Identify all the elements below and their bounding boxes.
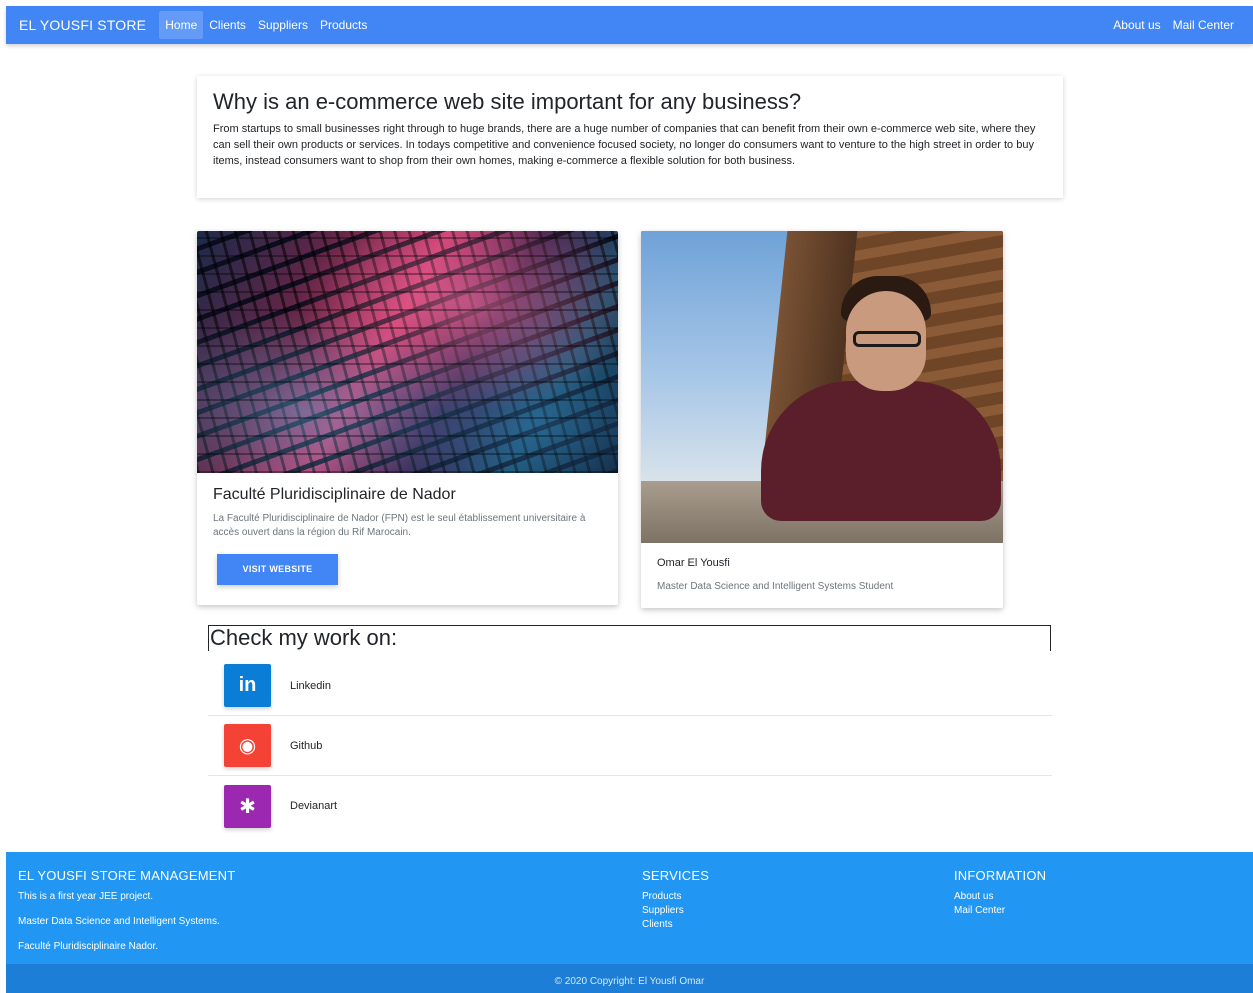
- brand-logo-text[interactable]: EL YOUSFI STORE: [19, 17, 146, 33]
- profile-role: Master Data Science and Intelligent Syst…: [657, 581, 894, 592]
- footer-line-2: Master Data Science and Intelligent Syst…: [18, 916, 220, 927]
- faculty-card-text: La Faculté Pluridisciplinaire de Nador (…: [213, 513, 586, 538]
- portrait-photo: [641, 231, 1003, 543]
- building-facade-image: [197, 231, 618, 473]
- top-navbar: EL YOUSFI STORE Home Clients Suppliers P…: [6, 6, 1253, 44]
- faculty-card-title: Faculté Pluridisciplinaire de Nador: [213, 486, 456, 503]
- social-links-list: in Linkedin ◉ Github ✱ Devianart: [208, 656, 1052, 836]
- profile-card: Omar El Yousfi Master Data Science and I…: [641, 231, 1003, 608]
- intro-body: From startups to small businesses right …: [213, 123, 1036, 167]
- photo-person-glasses: [853, 331, 921, 347]
- social-label-github[interactable]: Github: [290, 740, 322, 752]
- footer-line-1: This is a first year JEE project.: [18, 891, 154, 902]
- nav-products[interactable]: Products: [314, 11, 373, 39]
- intro-card: Why is an e-commerce web site important …: [197, 76, 1063, 198]
- nav-home[interactable]: Home: [159, 11, 204, 39]
- page-footer: EL YOUSFI STORE MANAGEMENT This is a fir…: [6, 852, 1253, 964]
- footer-link-mail-center[interactable]: Mail Center: [954, 904, 1046, 918]
- linkedin-icon[interactable]: in: [224, 664, 271, 707]
- photo-person-body: [761, 381, 1001, 521]
- footer-title-store: EL YOUSFI STORE MANAGEMENT: [18, 868, 236, 883]
- visit-website-button[interactable]: VISIT WEBSITE: [217, 554, 338, 585]
- footer-link-about-us[interactable]: About us: [954, 890, 1046, 904]
- nav-about-us[interactable]: About us: [1107, 11, 1166, 39]
- image-floors: [197, 231, 618, 473]
- profile-card-body: Omar El Yousfi Master Data Science and I…: [641, 543, 1003, 606]
- footer-title-information: INFORMATION: [954, 868, 1047, 883]
- footer-col-information: INFORMATION About us Mail Center: [954, 868, 1046, 918]
- deviantart-icon[interactable]: ✱: [224, 784, 271, 828]
- footer-link-clients[interactable]: Clients: [642, 918, 709, 932]
- check-work-title: Check my work on:: [210, 625, 398, 650]
- nav-mail-center[interactable]: Mail Center: [1167, 11, 1240, 39]
- faculty-card: Faculté Pluridisciplinaire de Nador La F…: [197, 231, 618, 605]
- nav-clients[interactable]: Clients: [203, 11, 252, 39]
- faculty-card-body: Faculté Pluridisciplinaire de Nador La F…: [197, 473, 618, 598]
- intro-title: Why is an e-commerce web site important …: [213, 89, 802, 114]
- social-item-linkedin[interactable]: in Linkedin: [208, 656, 1052, 716]
- nav-right-group: About us Mail Center: [1107, 11, 1240, 39]
- profile-name: Omar El Yousfi: [657, 557, 730, 569]
- social-label-linkedin[interactable]: Linkedin: [290, 680, 331, 692]
- github-icon[interactable]: ◉: [224, 724, 271, 767]
- copyright-bar: © 2020 Copyright: El Yousfi Omar: [6, 964, 1253, 993]
- footer-link-products[interactable]: Products: [642, 890, 709, 904]
- footer-line-3: Faculté Pluridisciplinaire Nador.: [18, 941, 159, 952]
- social-item-deviantart[interactable]: ✱ Devianart: [208, 776, 1052, 836]
- check-work-heading-box: Check my work on:: [208, 625, 1051, 651]
- footer-link-suppliers[interactable]: Suppliers: [642, 904, 709, 918]
- footer-col-services: SERVICES Products Suppliers Clients: [642, 868, 709, 932]
- social-label-deviantart[interactable]: Devianart: [290, 800, 337, 812]
- nav-suppliers[interactable]: Suppliers: [252, 11, 314, 39]
- social-item-github[interactable]: ◉ Github: [208, 716, 1052, 776]
- footer-col-about: EL YOUSFI STORE MANAGEMENT This is a fir…: [18, 868, 235, 954]
- footer-title-services: SERVICES: [642, 868, 710, 883]
